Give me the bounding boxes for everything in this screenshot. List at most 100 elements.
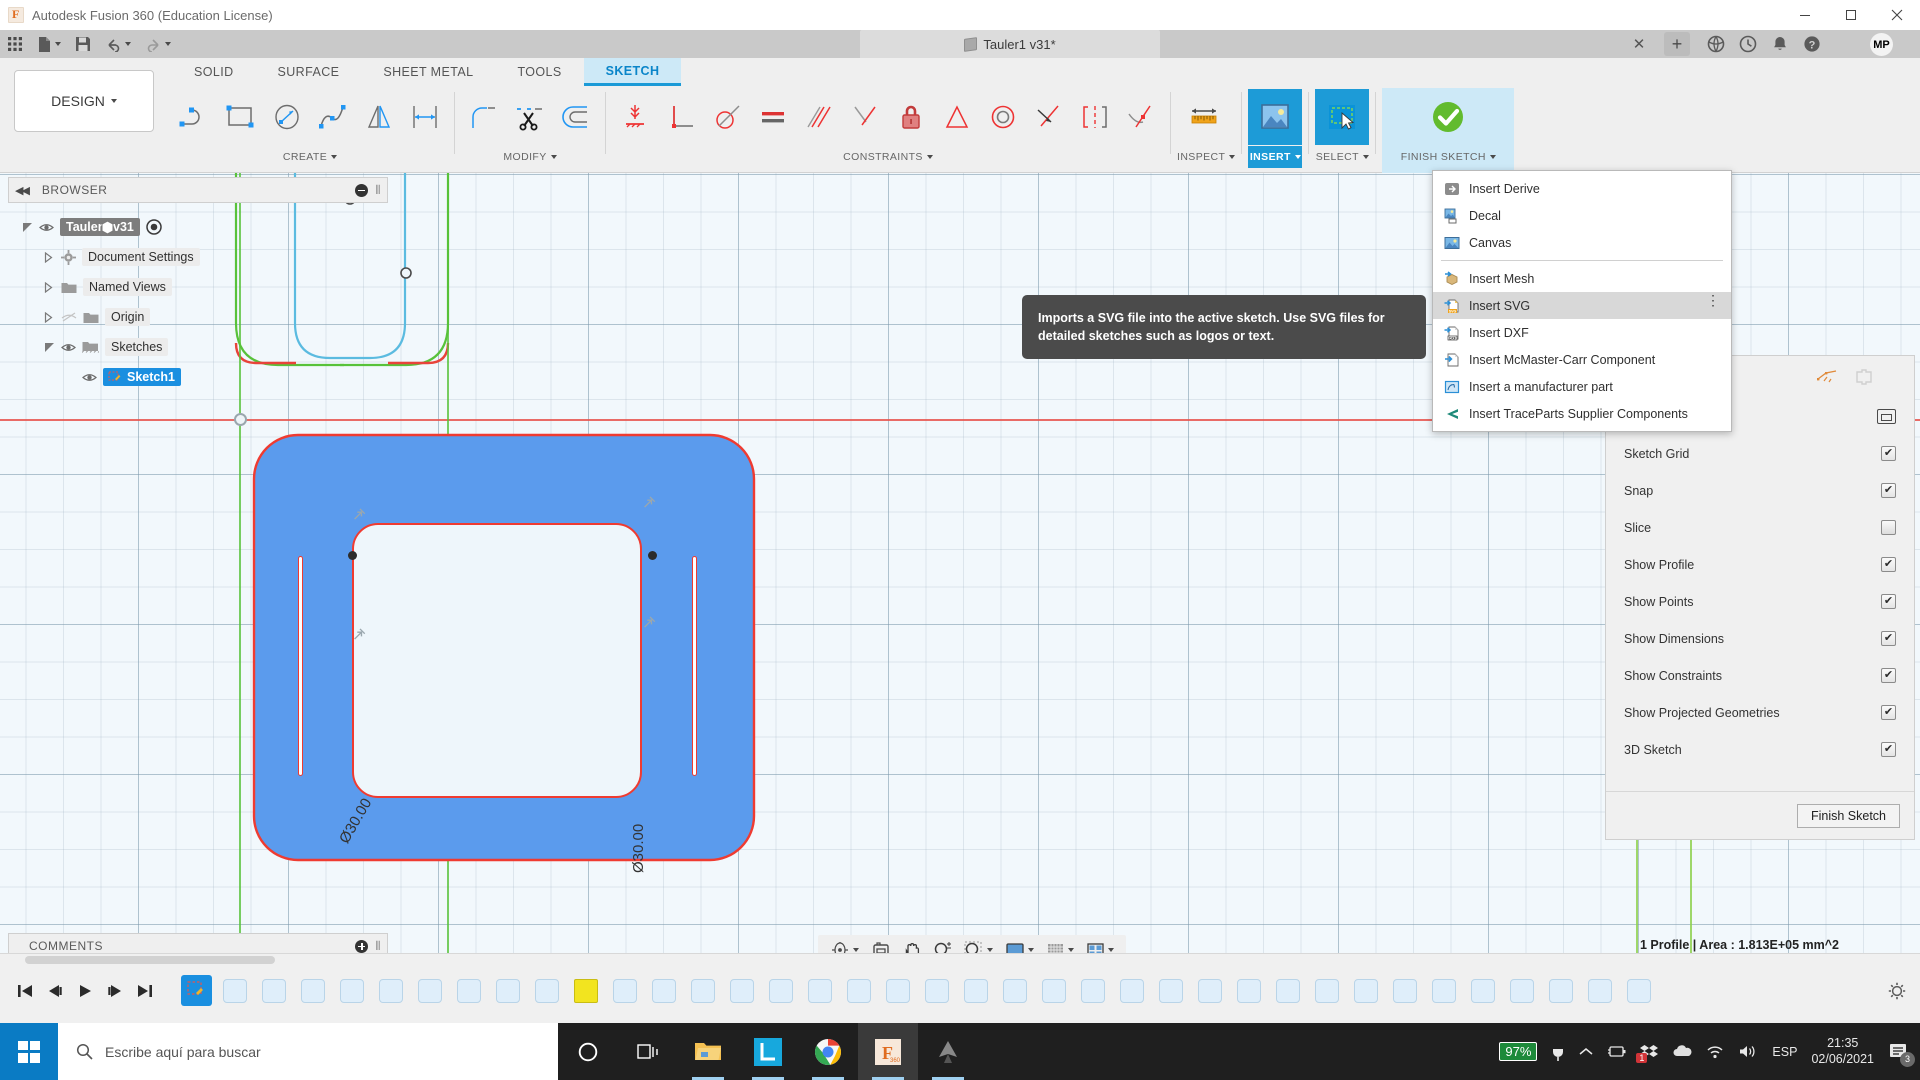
- timeline-feature[interactable]: [1543, 974, 1579, 1007]
- tree-row-tauler1[interactable]: Tauler1 v31: [22, 212, 272, 242]
- skip-end-icon[interactable]: [130, 976, 160, 1006]
- show-constraints-checkbox[interactable]: [1881, 668, 1896, 683]
- look-at-icon[interactable]: [1877, 409, 1896, 424]
- timeline-feature[interactable]: [412, 974, 448, 1007]
- menu-item-manufacturer-part[interactable]: Insert a manufacturer part: [1433, 373, 1731, 400]
- timeline-feature[interactable]: [1426, 974, 1462, 1007]
- dropbox-icon[interactable]: 1: [1636, 1044, 1659, 1063]
- timeline-feature[interactable]: [295, 974, 331, 1007]
- onedrive-icon[interactable]: [1672, 1045, 1692, 1058]
- dimension-point-right[interactable]: [648, 551, 657, 560]
- slot-right[interactable]: [692, 556, 697, 776]
- timeline-feature[interactable]: [1114, 974, 1150, 1007]
- rectangle-icon[interactable]: [218, 92, 264, 142]
- activate-component-radio[interactable]: [146, 219, 162, 235]
- timeline-chip[interactable]: [925, 978, 949, 1003]
- timeline-feature-sketch1[interactable]: [178, 974, 214, 1007]
- avatar[interactable]: MP: [1870, 33, 1893, 56]
- tree-row-origin[interactable]: Origin: [22, 302, 272, 332]
- timeline-chip[interactable]: [847, 978, 871, 1003]
- maximize-button[interactable]: [1828, 0, 1874, 30]
- sketch-constraints-icon[interactable]: [1816, 368, 1838, 386]
- insert-dropdown-menu[interactable]: Insert Derive Decal Canvas Insert Mesh S…: [1432, 170, 1732, 432]
- timeline-chip[interactable]: [730, 978, 754, 1003]
- concentric-icon[interactable]: [980, 92, 1026, 142]
- show-projected-geometries-checkbox[interactable]: [1881, 705, 1896, 720]
- coincident-icon[interactable]: [842, 92, 888, 142]
- timeline-chip[interactable]: [1627, 978, 1651, 1003]
- wifi-icon[interactable]: [1706, 1045, 1724, 1059]
- horizontal-scrollbar[interactable]: [25, 956, 275, 964]
- tab-tools[interactable]: TOOLS: [495, 58, 583, 86]
- horizontal-vertical-constraint-icon[interactable]: [612, 92, 658, 142]
- expand-arrow-icon[interactable]: [22, 222, 33, 233]
- fusion360-icon[interactable]: F 360: [858, 1023, 918, 1080]
- timeline-feature[interactable]: [373, 974, 409, 1007]
- 3d-sketch-checkbox[interactable]: [1881, 742, 1896, 757]
- slot-left[interactable]: [298, 556, 303, 776]
- sketch-grid-checkbox[interactable]: [1881, 446, 1896, 461]
- timeline-feature[interactable]: [217, 974, 253, 1007]
- add-comment-icon[interactable]: [355, 939, 369, 953]
- timeline-feature[interactable]: [685, 974, 721, 1007]
- timeline-feature[interactable]: [529, 974, 565, 1007]
- timeline-chip[interactable]: [1393, 978, 1417, 1003]
- timeline-feature-highlight[interactable]: [568, 974, 604, 1007]
- ribbon-group-label-insert[interactable]: INSERT: [1248, 146, 1303, 168]
- spline-icon[interactable]: [310, 92, 356, 142]
- help-icon[interactable]: ?: [1796, 32, 1828, 56]
- finish-sketch-button[interactable]: Finish Sketch: [1796, 803, 1900, 828]
- show-dimensions-checkbox[interactable]: [1881, 631, 1896, 646]
- timeline-chip[interactable]: [262, 978, 286, 1003]
- show-hidden-icons-icon[interactable]: [1579, 1047, 1593, 1057]
- palette-row-show-constraints[interactable]: Show Constraints: [1606, 657, 1914, 694]
- timeline-feature[interactable]: [607, 974, 643, 1007]
- timeline-feature[interactable]: [919, 974, 955, 1007]
- dimension-icon[interactable]: [402, 92, 448, 142]
- timeline-chip[interactable]: [1588, 978, 1612, 1003]
- timeline-feature[interactable]: [1465, 974, 1501, 1007]
- volume-icon[interactable]: [1738, 1044, 1758, 1059]
- timeline-feature[interactable]: [646, 974, 682, 1007]
- tab-close-button[interactable]: ✕: [1630, 35, 1648, 53]
- timeline-chip[interactable]: [1510, 978, 1534, 1003]
- timeline-feature[interactable]: [997, 974, 1033, 1007]
- equal-icon[interactable]: [750, 92, 796, 142]
- sketch-profile-icon[interactable]: [1854, 368, 1874, 386]
- timeline-feature[interactable]: [880, 974, 916, 1007]
- ribbon-group-label-constraints[interactable]: CONSTRAINTS: [612, 146, 1164, 168]
- timeline-feature[interactable]: [724, 974, 760, 1007]
- visibility-eye-icon[interactable]: [61, 342, 76, 353]
- clock[interactable]: 21:35 02/06/2021: [1811, 1036, 1874, 1067]
- timeline-feature[interactable]: [1192, 974, 1228, 1007]
- windows-start-icon[interactable]: [0, 1023, 58, 1080]
- timeline-chip[interactable]: [1315, 978, 1339, 1003]
- lumion-icon[interactable]: [738, 1023, 798, 1080]
- show-profile-checkbox[interactable]: [1881, 557, 1896, 572]
- visibility-eye-off-icon[interactable]: [61, 312, 77, 323]
- timeline-feature[interactable]: [1582, 974, 1618, 1007]
- ribbon-group-label-select[interactable]: SELECT: [1315, 146, 1369, 168]
- menu-item-insert-svg[interactable]: SVG Insert SVG ⋮: [1433, 292, 1731, 319]
- language-indicator[interactable]: ESP: [1772, 1045, 1797, 1059]
- collapse-left-icon[interactable]: ◀◀: [15, 184, 30, 197]
- timeline-chip[interactable]: [652, 978, 676, 1003]
- timeline-feature[interactable]: [1270, 974, 1306, 1007]
- recent-icon[interactable]: [1732, 32, 1764, 56]
- trim-icon[interactable]: [507, 92, 553, 142]
- tree-row-named-views[interactable]: Named Views: [22, 272, 272, 302]
- slice-checkbox[interactable]: [1881, 520, 1896, 535]
- timeline-chip[interactable]: [535, 978, 559, 1003]
- finish-check-icon[interactable]: [1421, 89, 1475, 145]
- ribbon-group-label-modify[interactable]: MODIFY: [461, 146, 599, 168]
- timeline-chip[interactable]: [1081, 978, 1105, 1003]
- palette-row-slice[interactable]: Slice: [1606, 509, 1914, 546]
- bell-icon[interactable]: [1764, 32, 1796, 56]
- document-tab[interactable]: Tauler1 v31*: [860, 30, 1160, 58]
- notifications-icon[interactable]: 3: [1888, 1042, 1915, 1067]
- expand-arrow-icon[interactable]: [44, 342, 55, 353]
- menu-item-overflow-icon[interactable]: ⋮: [1706, 293, 1720, 307]
- panel-grip[interactable]: ⦀: [375, 183, 381, 198]
- inkscape-icon[interactable]: [918, 1023, 978, 1080]
- file-explorer-icon[interactable]: [678, 1023, 738, 1080]
